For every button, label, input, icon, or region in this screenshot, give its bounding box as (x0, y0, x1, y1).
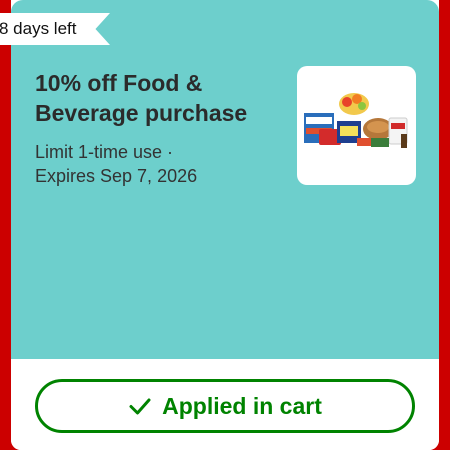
applied-in-cart-button[interactable]: Applied in cart (35, 379, 415, 433)
action-area: Applied in cart (11, 359, 439, 450)
offer-limit: Limit 1-time use · (35, 142, 174, 162)
offer-title-line-2: Beverage purchase (35, 100, 248, 126)
offer-title: 10% off Food & Beverage purchase (35, 68, 285, 128)
offer-panel: 10% off Food & Beverage purchase Limit 1… (11, 0, 439, 359)
checkmark-icon (129, 398, 151, 415)
days-left-badge: 8 days left (0, 13, 110, 45)
food-products-illustration (304, 93, 408, 148)
applied-in-cart-label: Applied in cart (162, 392, 322, 419)
offer-expiry: Expires Sep 7, 2026 (35, 166, 198, 186)
offer-card: 10% off Food & Beverage purchase Limit 1… (11, 0, 439, 450)
days-left-text: 8 days left (0, 19, 77, 38)
offer-title-line-1: 10% off Food & (35, 70, 203, 96)
offer-details: Limit 1-time use · Expires Sep 7, 2026 (35, 140, 285, 188)
food-products-image (297, 66, 416, 185)
